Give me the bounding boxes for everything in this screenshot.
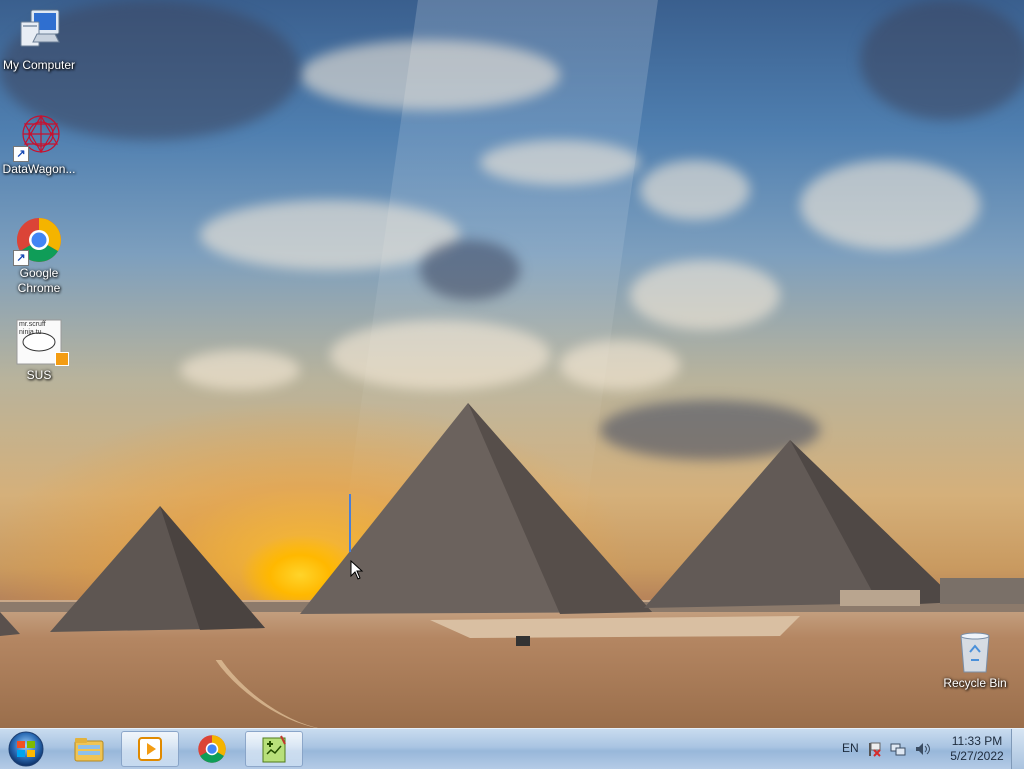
desktop-icon-label: DataWagon... — [2, 162, 76, 176]
media-player-icon — [138, 737, 162, 761]
chrome-icon — [198, 735, 226, 763]
desktop-icon-sus[interactable]: mr.scruff ninja tu SUS — [0, 318, 78, 383]
taskbar-chrome-button[interactable] — [183, 731, 241, 767]
taskbar-media-player-button[interactable] — [121, 731, 179, 767]
action-center-flag-icon[interactable] — [866, 741, 882, 757]
network-icon[interactable] — [890, 741, 906, 757]
shortcut-arrow-icon: ↗ — [13, 146, 29, 162]
clock-date: 5/27/2022 — [950, 749, 1004, 763]
recycle-bin-icon — [955, 630, 995, 674]
desktop-icon-datawagon[interactable]: ↗ DataWagon... — [0, 112, 78, 177]
desktop-icon-my-computer[interactable]: My Computer — [0, 8, 78, 73]
desktop-icon-label: SUS — [26, 368, 52, 382]
desktop-icon-label: Google Chrome — [17, 266, 61, 295]
clock-time: 11:33 PM — [951, 734, 1003, 748]
language-indicator[interactable]: EN — [842, 741, 859, 755]
desktop-icon-label: Recycle Bin — [943, 676, 1007, 690]
mouse-cursor-icon — [350, 560, 364, 580]
text-caret — [349, 494, 351, 552]
desktop-icon-google-chrome[interactable]: ↗ Google Chrome — [0, 216, 78, 296]
sus-image-icon: mr.scruff ninja tu — [15, 318, 69, 366]
taskbar: EN 11:33 PM 5/27/2022 — [0, 728, 1024, 769]
volume-icon[interactable] — [914, 741, 930, 757]
shortcut-arrow-icon: ↗ — [13, 250, 29, 266]
sus-thumbnail-text: mr.scruff ninja tu — [19, 321, 46, 336]
computer-icon — [15, 8, 63, 56]
taskbar-notepad-button[interactable] — [245, 731, 303, 767]
chrome-icon: ↗ — [13, 216, 63, 266]
start-button[interactable] — [6, 731, 46, 767]
folder-icon — [74, 738, 104, 762]
notepad-icon — [262, 735, 286, 763]
media-badge-icon — [55, 352, 69, 366]
pyramids-scene — [0, 403, 1024, 646]
taskbar-explorer-button[interactable] — [60, 731, 118, 767]
desktop-icon-recycle-bin[interactable]: Recycle Bin — [936, 630, 1014, 691]
datawagon-icon: ↗ — [13, 112, 63, 162]
windows-start-icon — [8, 731, 44, 767]
system-tray: EN 11:33 PM 5/27/2022 — [824, 729, 1024, 769]
desktop-icon-label: My Computer — [2, 58, 76, 72]
show-desktop-button[interactable] — [1011, 729, 1024, 769]
clock[interactable]: 11:33 PM 5/27/2022 — [942, 734, 1012, 764]
desktop-wallpaper: My Computer ↗ DataWagon... ↗ Google Chro… — [0, 0, 1024, 728]
